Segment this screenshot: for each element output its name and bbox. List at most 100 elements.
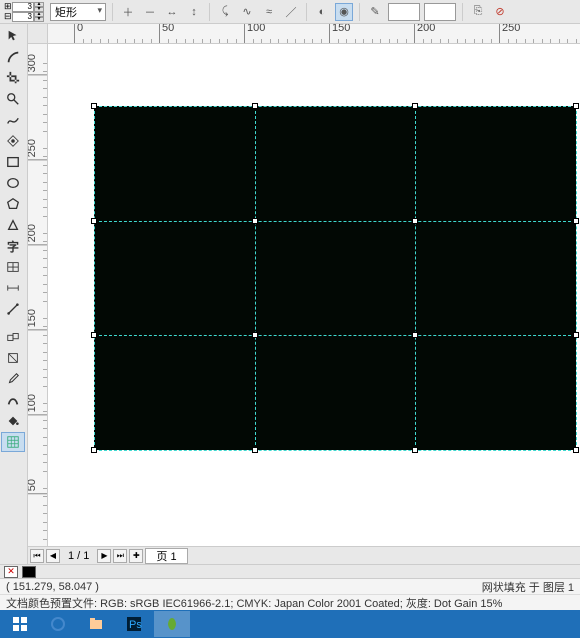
selection-shape-dropdown[interactable]: 矩形 <box>50 3 106 21</box>
rectangle-tool[interactable] <box>1 152 25 172</box>
add-page-button[interactable]: ✚ <box>129 549 143 563</box>
interactive-fill-tool[interactable] <box>1 432 25 452</box>
mesh-node[interactable] <box>252 332 258 338</box>
mesh-column-line[interactable] <box>255 106 256 450</box>
mesh-color-button[interactable]: ◉ <box>335 3 353 21</box>
curve-cusp-button[interactable]: ⤹ <box>216 3 234 21</box>
node-move-button[interactable]: ↔ <box>163 3 181 21</box>
zoom-tool[interactable] <box>1 89 25 109</box>
prev-page-button[interactable]: ◀ <box>46 549 60 563</box>
windows-taskbar: Ps <box>0 610 580 638</box>
mesh-node[interactable] <box>91 332 97 338</box>
mesh-rows-input[interactable] <box>12 12 34 22</box>
mesh-column-line[interactable] <box>94 106 95 450</box>
transparency-input[interactable] <box>388 3 420 21</box>
ruler-v-tick: 250 <box>28 139 47 160</box>
mesh-node[interactable] <box>573 103 579 109</box>
mesh-node[interactable] <box>91 103 97 109</box>
freehand-tool[interactable] <box>1 110 25 130</box>
curve-symmetric-button[interactable]: ≈ <box>260 3 278 21</box>
toolbox-separator <box>1 320 26 326</box>
clear-mesh-button[interactable]: ⊘ <box>491 3 509 21</box>
blend-tool[interactable] <box>1 327 25 347</box>
toolbox: 字 <box>0 24 28 564</box>
text-tool[interactable]: 字 <box>1 236 25 256</box>
page-navigator: ⏮ ◀ 1 / 1 ▶ ⏭ ✚ 页 1 <box>28 546 580 564</box>
eyedropper-tool[interactable] <box>1 369 25 389</box>
separator <box>112 3 113 21</box>
smooth-mesh-button[interactable]: ◐ <box>313 3 331 21</box>
ruler-v-tick: 150 <box>28 309 47 330</box>
ruler-h-tick: 200 <box>414 24 435 43</box>
mesh-rows-down[interactable]: ▼ <box>34 17 44 22</box>
edge-taskbar-button[interactable] <box>40 611 76 637</box>
mesh-node[interactable] <box>252 447 258 453</box>
ruler-corner[interactable] <box>28 24 48 44</box>
mesh-node[interactable] <box>91 218 97 224</box>
mesh-cols-input[interactable] <box>12 2 34 12</box>
node-delete-button[interactable]: － <box>141 3 159 21</box>
mesh-row-line[interactable] <box>94 106 576 107</box>
mesh-node[interactable] <box>412 103 418 109</box>
polygon-tool[interactable] <box>1 194 25 214</box>
object-color-row: ✕ <box>0 564 580 578</box>
curve-smooth-button[interactable]: ∿ <box>238 3 256 21</box>
node-align-button[interactable]: ↕ <box>185 3 203 21</box>
mesh-row-line[interactable] <box>94 335 576 336</box>
first-page-button[interactable]: ⏮ <box>30 549 44 563</box>
horizontal-ruler[interactable]: 050100150200250300 <box>48 24 580 44</box>
fill-color-swatch[interactable] <box>22 566 36 578</box>
mesh-node[interactable] <box>412 447 418 453</box>
mesh-row-line[interactable] <box>94 450 576 451</box>
mesh-node[interactable] <box>252 103 258 109</box>
ruler-v-tick: 200 <box>28 224 47 245</box>
mesh-column-line[interactable] <box>415 106 416 450</box>
mesh-node[interactable] <box>573 447 579 453</box>
mesh-grid-spinners: ⊞ ▲▼ ⊟ ▲▼ <box>4 2 44 22</box>
mesh-node[interactable] <box>412 332 418 338</box>
copy-mesh-button[interactable]: ⎘ <box>469 3 487 21</box>
svg-text:Ps: Ps <box>129 619 142 631</box>
start-button[interactable] <box>2 611 38 637</box>
eyedropper-button[interactable]: ✎ <box>366 3 384 21</box>
mesh-column-line[interactable] <box>576 106 577 450</box>
gridlines-input[interactable] <box>424 3 456 21</box>
outline-tool[interactable] <box>1 390 25 410</box>
separator <box>306 3 307 21</box>
canvas[interactable] <box>48 44 580 546</box>
coreldraw-taskbar-button[interactable] <box>154 611 190 637</box>
smart-fill-tool[interactable] <box>1 131 25 151</box>
node-add-button[interactable]: ＋ <box>119 3 137 21</box>
mesh-node[interactable] <box>573 218 579 224</box>
dimension-tool[interactable] <box>1 278 25 298</box>
ruler-h-tick: 250 <box>499 24 520 43</box>
connector-tool[interactable] <box>1 299 25 319</box>
color-profile-text: 文档颜色预置文件: RGB: sRGB IEC61966-2.1; CMYK: … <box>6 595 502 611</box>
mesh-row-line[interactable] <box>94 221 576 222</box>
table-tool[interactable] <box>1 257 25 277</box>
basic-shapes-tool[interactable] <box>1 215 25 235</box>
ruler-h-tick: 150 <box>329 24 350 43</box>
mesh-fill-object[interactable] <box>94 106 576 450</box>
no-fill-swatch[interactable]: ✕ <box>4 566 18 578</box>
shape-tool[interactable] <box>1 47 25 67</box>
vertical-ruler[interactable]: 30025020015010050 <box>28 44 48 546</box>
pick-tool[interactable] <box>1 26 25 46</box>
mesh-node[interactable] <box>252 218 258 224</box>
mesh-node[interactable] <box>412 218 418 224</box>
transparency-tool[interactable] <box>1 348 25 368</box>
mesh-node[interactable] <box>91 447 97 453</box>
cursor-coordinates: ( 151.279, 58.047 ) <box>6 581 99 593</box>
last-page-button[interactable]: ⏭ <box>113 549 127 563</box>
separator <box>462 3 463 21</box>
ellipse-tool[interactable] <box>1 173 25 193</box>
property-bar: ⊞ ▲▼ ⊟ ▲▼ 矩形 ＋ － ↔ ↕ ⤹ ∿ ≈ ／ ◐ ◉ ✎ ⎘ ⊘ <box>0 0 580 24</box>
curve-line-button[interactable]: ／ <box>282 3 300 21</box>
fill-tool[interactable] <box>1 411 25 431</box>
crop-tool[interactable] <box>1 68 25 88</box>
mesh-node[interactable] <box>573 332 579 338</box>
next-page-button[interactable]: ▶ <box>97 549 111 563</box>
explorer-taskbar-button[interactable] <box>78 611 114 637</box>
photoshop-taskbar-button[interactable]: Ps <box>116 611 152 637</box>
page-tab-1[interactable]: 页 1 <box>145 548 187 564</box>
